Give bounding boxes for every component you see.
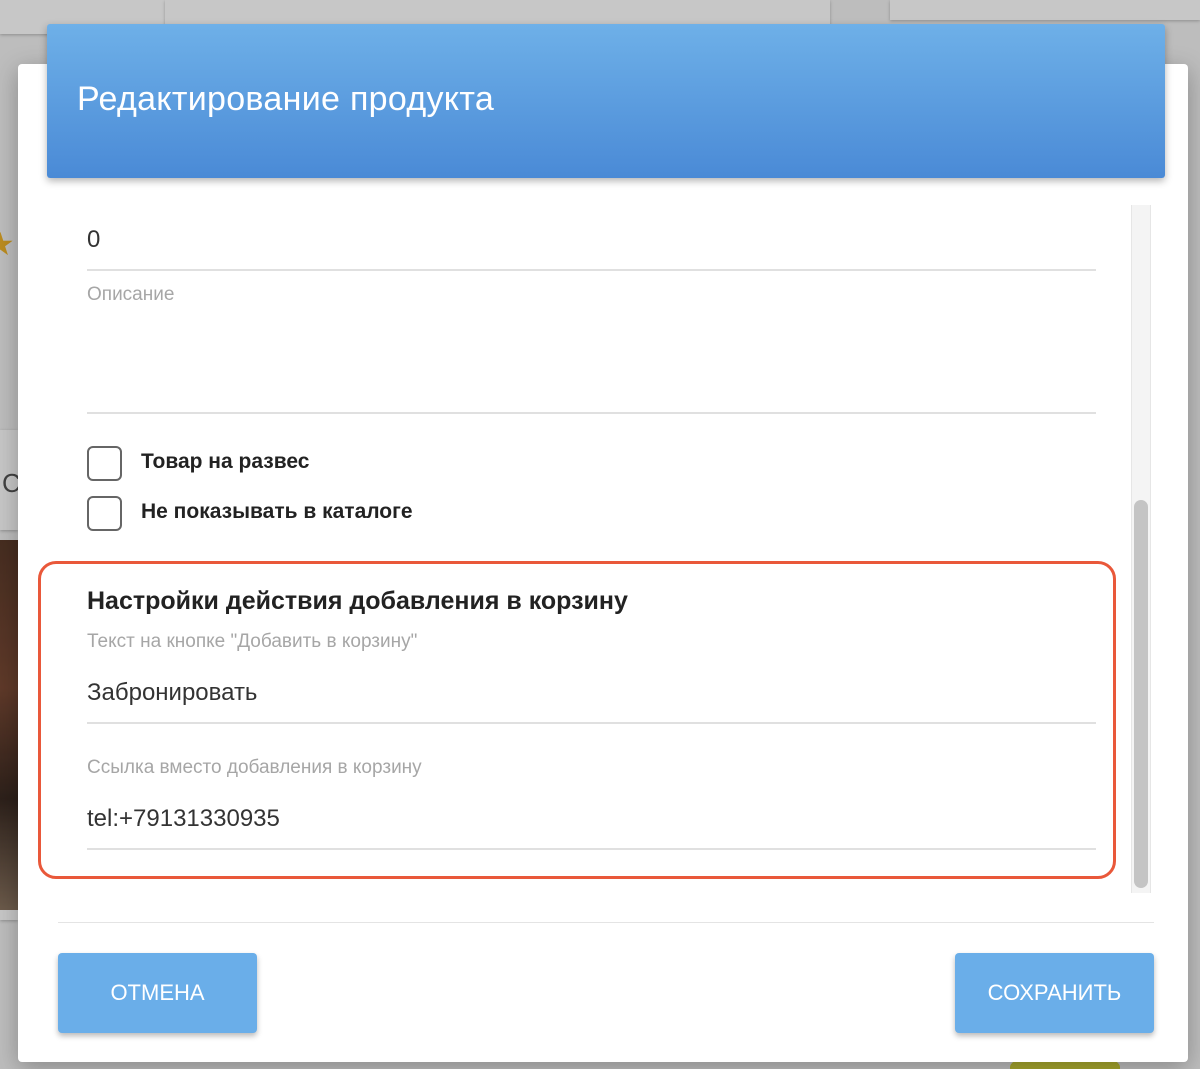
dialog-title: Редактирование продукта bbox=[77, 80, 495, 118]
hide-in-catalog-label[interactable]: Не показывать в каталоге bbox=[141, 500, 413, 524]
cancel-button[interactable]: Отмена bbox=[58, 953, 257, 1033]
description-underline bbox=[87, 412, 1096, 414]
quantity-field-value[interactable]: 0 bbox=[87, 226, 100, 254]
hide-in-catalog-checkbox[interactable] bbox=[87, 496, 122, 531]
description-label: Описание bbox=[87, 284, 175, 305]
cart-button-text-label: Текст на кнопке "Добавить в корзину" bbox=[87, 631, 418, 652]
footer-divider bbox=[58, 922, 1154, 923]
cart-link-underline bbox=[87, 848, 1096, 850]
weighted-product-label[interactable]: Товар на развес bbox=[141, 450, 309, 474]
cart-link-input[interactable]: tel:+79131330935 bbox=[87, 805, 280, 833]
cart-button-text-underline bbox=[87, 722, 1096, 724]
weighted-product-checkbox[interactable] bbox=[87, 446, 122, 481]
cart-settings-title: Настройки действия добавления в корзину bbox=[87, 587, 628, 615]
dialog-header: Редактирование продукта bbox=[47, 24, 1165, 178]
dialog-scrollbar-thumb[interactable] bbox=[1134, 500, 1148, 888]
save-button[interactable]: Сохранить bbox=[955, 953, 1154, 1033]
description-textarea[interactable] bbox=[87, 310, 1096, 410]
quantity-field-underline bbox=[87, 269, 1096, 271]
cart-button-text-input[interactable]: Забронировать bbox=[87, 679, 257, 707]
cart-link-label: Ссылка вместо добавления в корзину bbox=[87, 757, 422, 778]
